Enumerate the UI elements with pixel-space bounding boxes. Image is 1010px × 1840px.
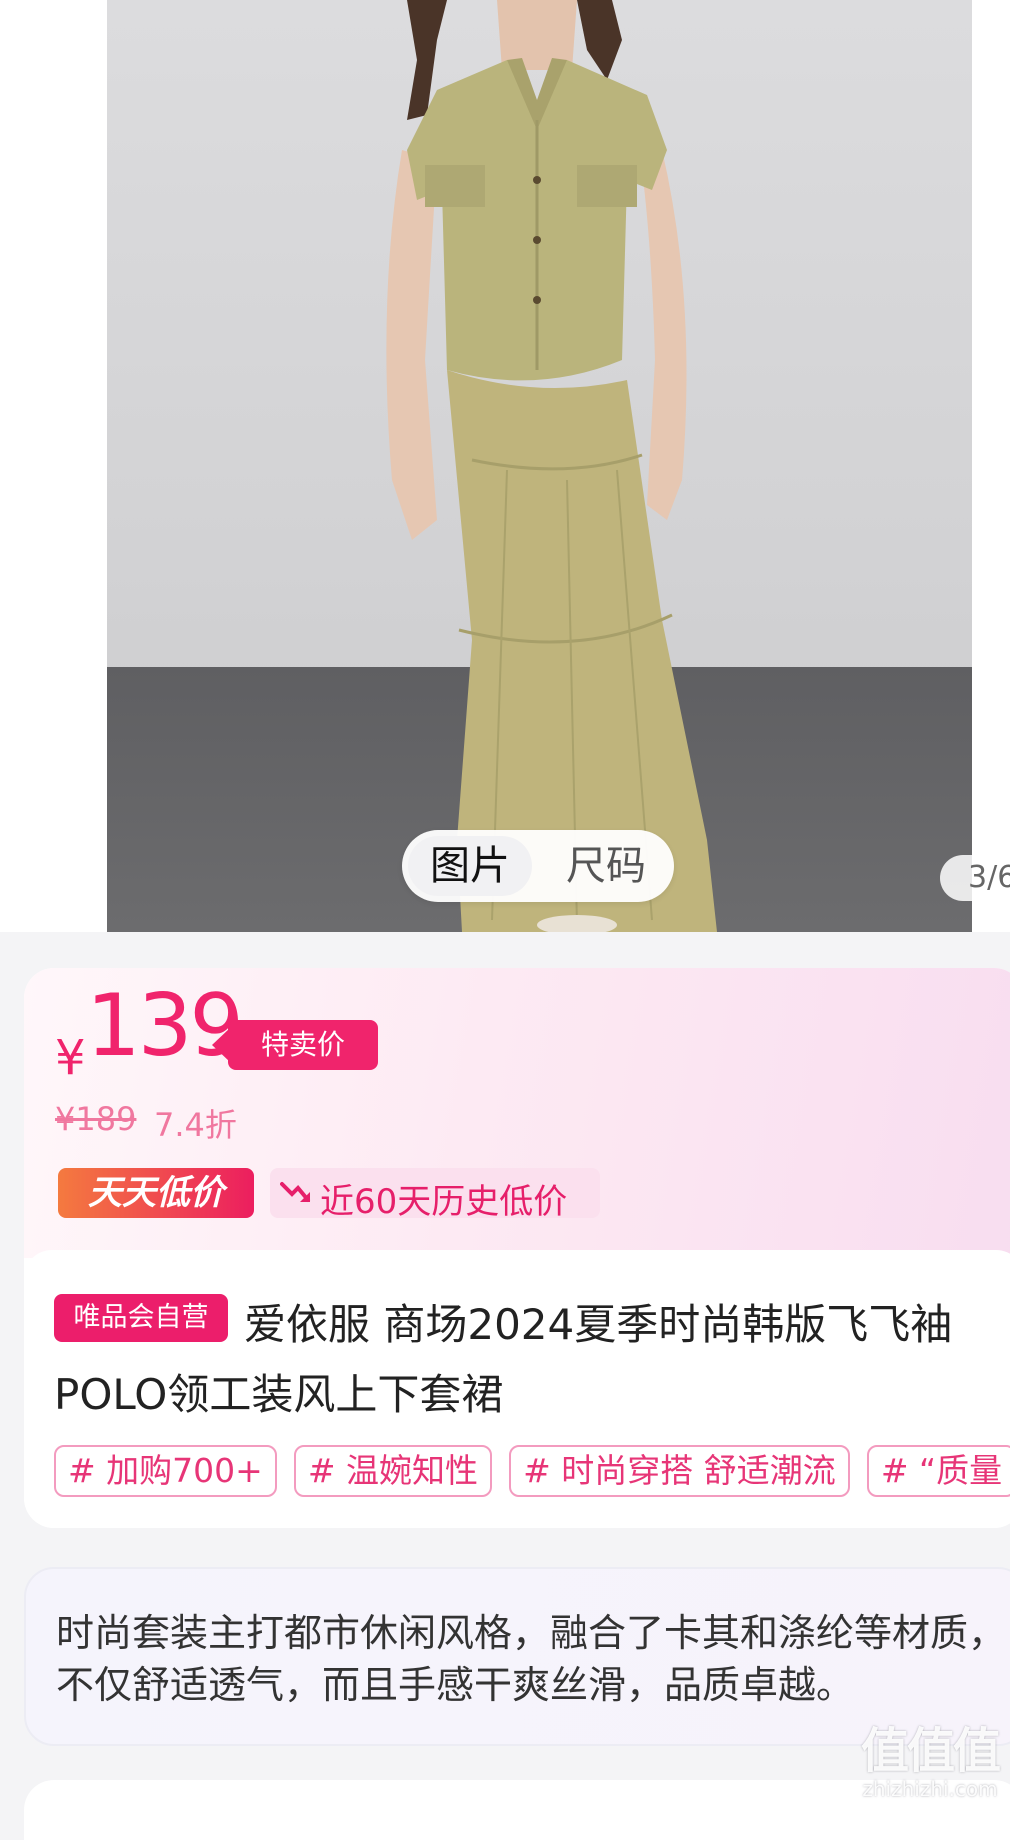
product-title-card: 唯品会自营 爱依服 商场2024夏季时尚韩版飞飞袖POLO领工装风上下套裙 # …: [24, 1250, 1010, 1528]
currency-symbol: ¥: [55, 1030, 86, 1086]
daily-low-price-badge: 天天低价: [58, 1168, 254, 1218]
image-counter: 3/6: [940, 855, 1010, 901]
price-section: ¥ 139 特卖价 ¥189 7.4折 天天低价 近60天历史低价: [24, 968, 1010, 1258]
trend-down-icon: [280, 1182, 310, 1202]
watermark-url: zhizhizhi.com: [862, 1777, 998, 1801]
history-low-price-label: 近60天历史低价: [320, 1182, 568, 1222]
product-gallery[interactable]: 图片 尺码 3/6: [0, 0, 1010, 932]
tag-quality[interactable]: # “质量: [866, 1445, 1010, 1497]
description-card: 时尚套装主打都市休闲风格，融合了卡其和涤纶等材质，不仅舒适透气，而且手感干爽丝滑…: [24, 1567, 1010, 1746]
tag-cart-count[interactable]: # 加购700+: [54, 1445, 277, 1497]
watermark: 值值值 zhizhizhi.com: [855, 1725, 1005, 1801]
product-photo[interactable]: [107, 0, 972, 932]
history-low-price-badge: 近60天历史低价: [270, 1168, 600, 1222]
product-title: 爱依服 商场2024夏季时尚韩版飞飞袖POLO领工装风上下套裙: [54, 1300, 953, 1419]
watermark-logo: 值值值: [860, 1723, 1001, 1779]
original-price: ¥189: [55, 1100, 137, 1138]
model-illustration: [386, 0, 717, 932]
tag-gentle[interactable]: # 温婉知性: [293, 1445, 493, 1497]
tab-images[interactable]: 图片: [408, 836, 532, 896]
price-card: ¥ 139 特卖价 ¥189 7.4折 天天低价 近60天历史低价 唯品会自营 …: [24, 968, 1010, 1528]
product-description: 时尚套装主打都市休闲风格，融合了卡其和涤纶等材质，不仅舒适透气，而且手感干爽丝滑…: [56, 1611, 1007, 1707]
product-tags: # 加购700+ # 温婉知性 # 时尚穿搭 舒适潮流 # “质量: [54, 1445, 1010, 1497]
gallery-view-toggle[interactable]: 图片 尺码: [402, 830, 674, 902]
tab-sizes[interactable]: 尺码: [544, 836, 668, 896]
special-price-badge: 特卖价: [212, 1020, 378, 1070]
tag-fashion-comfort[interactable]: # 时尚穿搭 舒适潮流: [509, 1445, 850, 1497]
discount-rate: 7.4折: [154, 1106, 237, 1144]
